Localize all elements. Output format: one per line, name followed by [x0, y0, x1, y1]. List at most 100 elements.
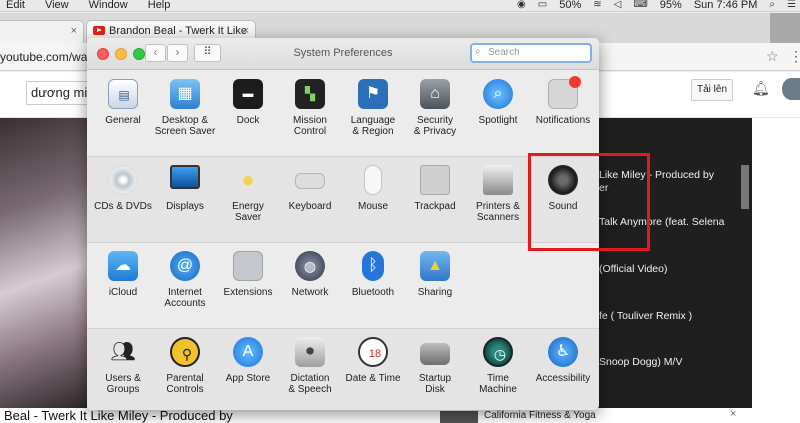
menu-window[interactable]: Window	[89, 0, 128, 11]
users-icon: 👥︎	[110, 341, 136, 363]
pane-icloud[interactable]: ☁ iCloud	[91, 243, 155, 323]
url-field[interactable]: youtube.com/wat	[0, 47, 91, 67]
pane-keyboard[interactable]: Keyboard	[278, 157, 342, 237]
puzzle-icon	[233, 251, 263, 281]
wifi-icon[interactable]: ≋	[593, 0, 601, 11]
avatar[interactable]	[782, 78, 800, 100]
preferences-row-system: 👥︎ Users & Groups ⚲ Parental Controls A …	[87, 329, 599, 410]
preferences-search-input[interactable]: ⌕ Search	[470, 43, 592, 63]
tab-title: Brandon Beal - Twerk It Like	[109, 25, 247, 37]
folder-warning-icon: ▲	[420, 251, 450, 281]
pane-users-groups[interactable]: 👥︎ Users & Groups	[91, 329, 155, 409]
pane-spotlight[interactable]: ⌕ Spotlight	[466, 71, 530, 151]
parental-controls-icon: ⚲	[170, 337, 200, 367]
pane-date-time[interactable]: 18 Date & Time	[341, 329, 405, 409]
pane-accessibility[interactable]: ♿︎ Accessibility	[531, 329, 595, 409]
pane-notifications[interactable]: Notifications	[531, 71, 595, 151]
close-icon[interactable]: ×	[730, 408, 736, 420]
video-player[interactable]	[0, 118, 87, 408]
preferences-row-personal: ▤ General ▦ Desktop & Screen Saver ▬ Doc…	[87, 71, 599, 157]
recommendation-title[interactable]: Snoop Dogg) M/V	[599, 356, 749, 369]
thumbnail	[440, 411, 478, 423]
bottom-recommendation[interactable]: California Fitness & Yoga	[440, 408, 800, 423]
cloud-icon: ☁	[108, 251, 138, 281]
browser-tab-previous[interactable]: ×	[0, 20, 84, 43]
window-titlebar: ‹ › ⠿ System Preferences ⌕ Search	[87, 38, 599, 70]
menu-view[interactable]: View	[45, 0, 69, 11]
spotlight-icon[interactable]: ⌕	[769, 0, 775, 11]
pane-bluetooth[interactable]: ᛒ Bluetooth	[341, 243, 405, 323]
pane-desktop-screen-saver[interactable]: ▦ Desktop & Screen Saver	[153, 71, 217, 151]
pane-network[interactable]: ◍ Network	[278, 243, 342, 323]
macos-menu-bar: Edit View Window Help ◉ ▭ 50% ≋ ◁ ⌨ 95% …	[0, 0, 800, 12]
lightbulb-icon: ●	[241, 167, 255, 192]
pane-security-privacy[interactable]: ⌂ Security & Privacy	[403, 71, 467, 151]
pane-sharing[interactable]: ▲ Sharing	[403, 243, 467, 323]
pane-internet-accounts[interactable]: @ Internet Accounts	[153, 243, 217, 323]
keyboard-icon	[295, 173, 325, 189]
recommendation-title: California Fitness & Yoga	[484, 410, 596, 421]
close-tab-icon[interactable]: ×	[71, 21, 77, 42]
battery-percent: 50%	[559, 0, 582, 11]
dock-icon: ▬	[233, 79, 263, 109]
pane-extensions[interactable]: Extensions	[216, 243, 280, 323]
bluetooth-icon: ᛒ	[362, 251, 384, 281]
pane-energy-saver[interactable]: ● Energy Saver	[216, 157, 280, 237]
search-placeholder: Search	[488, 47, 520, 58]
language-flag-icon: ⚑	[358, 79, 388, 109]
profile-button[interactable]	[770, 13, 800, 43]
trackpad-icon	[420, 165, 450, 195]
annotation-highlight-box	[528, 153, 650, 251]
spotlight-magnifier-icon: ⌕	[483, 79, 513, 109]
house-lock-icon: ⌂	[420, 79, 450, 109]
general-icon: ▤	[108, 79, 138, 109]
mission-control-icon: ▚	[295, 79, 325, 109]
pane-printers-scanners[interactable]: Printers & Scanners	[466, 157, 530, 237]
pane-app-store[interactable]: A App Store	[216, 329, 280, 409]
app-store-icon: A	[233, 337, 263, 367]
time-machine-icon: ◷	[483, 337, 513, 367]
notifications-icon	[548, 76, 581, 109]
badge-icon	[569, 76, 581, 88]
pane-trackpad[interactable]: Trackpad	[403, 157, 467, 237]
microphone-icon: ⏺	[295, 337, 325, 367]
disc-icon	[108, 165, 138, 195]
accessibility-icon: ♿︎	[548, 337, 578, 367]
hard-disk-icon	[420, 343, 450, 365]
battery-icon[interactable]: ▭	[538, 0, 547, 11]
display-icon	[170, 165, 200, 189]
volume-icon[interactable]: ◁	[614, 0, 622, 11]
record-icon[interactable]: ◉	[517, 0, 526, 11]
pane-mission-control[interactable]: ▚ Mission Control	[278, 71, 342, 151]
recommendation-title[interactable]: (Official Video)	[599, 263, 749, 276]
sidebar-scroll-area	[752, 118, 800, 408]
input-source-icon[interactable]: ⌨	[633, 0, 647, 11]
pane-startup-disk[interactable]: Startup Disk	[403, 329, 467, 409]
notification-center-icon[interactable]: ☰	[787, 0, 796, 11]
pane-cds-dvds[interactable]: CDs & DVDs	[91, 157, 155, 237]
upload-button[interactable]: Tải lên	[691, 79, 733, 101]
bookmark-star-icon[interactable]: ☆	[766, 48, 779, 65]
pane-dictation-speech[interactable]: ⏺ Dictation & Speech	[278, 329, 342, 409]
menu-help[interactable]: Help	[148, 0, 171, 11]
pane-language-region[interactable]: ⚑ Language & Region	[341, 71, 405, 151]
system-preferences-window: ‹ › ⠿ System Preferences ⌕ Search ▤ Gene…	[87, 38, 599, 410]
printer-icon	[483, 165, 513, 195]
pane-time-machine[interactable]: ◷ Time Machine	[466, 329, 530, 409]
pane-mouse[interactable]: Mouse	[341, 157, 405, 237]
at-sign-icon: @	[170, 251, 200, 281]
pane-displays[interactable]: Displays	[153, 157, 217, 237]
menu-edit[interactable]: Edit	[6, 0, 25, 11]
pane-parental-controls[interactable]: ⚲ Parental Controls	[153, 329, 217, 409]
battery-percent-secondary: 95%	[659, 0, 682, 11]
mouse-icon	[364, 165, 382, 195]
pane-general[interactable]: ▤ General	[91, 71, 155, 151]
youtube-logo-icon	[93, 26, 105, 35]
browser-menu-icon[interactable]: ⋮	[789, 48, 800, 65]
desktop-icon: ▦	[170, 79, 200, 109]
recommendation-title[interactable]: fe ( Touliver Remix )	[599, 310, 749, 323]
clock[interactable]: Sun 7:46 PM	[694, 0, 758, 11]
globe-icon: ◍	[295, 251, 325, 281]
pane-dock[interactable]: ▬ Dock	[216, 71, 280, 151]
bell-icon[interactable]: 🔔︎	[752, 80, 770, 97]
